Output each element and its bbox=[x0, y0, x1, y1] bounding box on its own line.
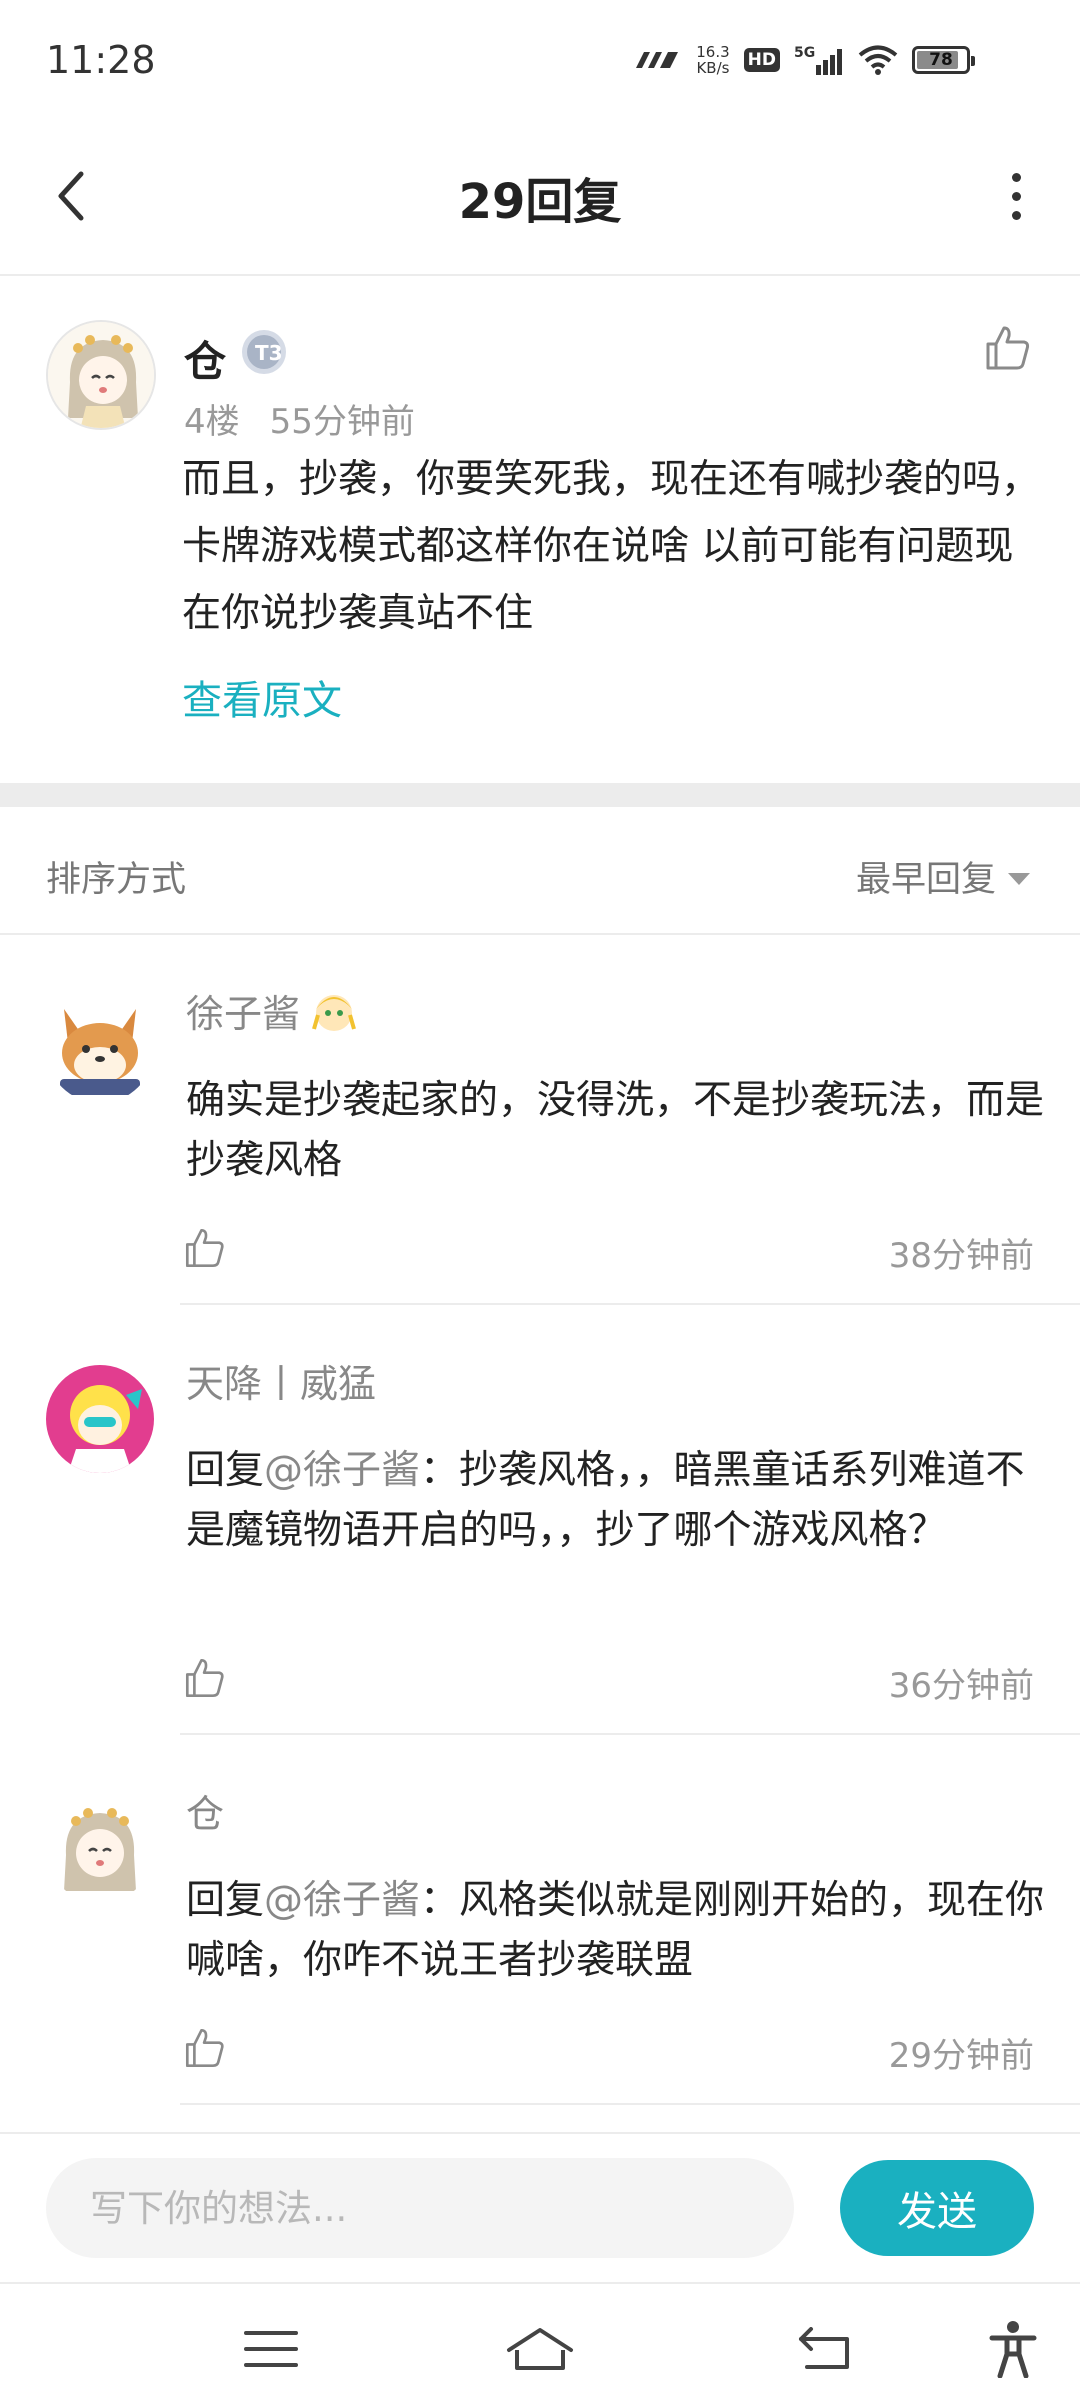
reply-prefix: 回复 bbox=[186, 1878, 265, 1923]
home-icon bbox=[507, 2328, 573, 2370]
reply-author-name[interactable]: 仓 bbox=[186, 1783, 224, 1838]
sort-row: 排序方式 最早回复 bbox=[0, 807, 1080, 935]
shiba-dog-avatar-icon bbox=[46, 995, 154, 1103]
network-speed-unit: KB/s bbox=[696, 59, 730, 77]
caret-down-icon bbox=[1008, 872, 1030, 885]
post-author-name[interactable]: 仓 bbox=[184, 328, 226, 389]
reply-mention[interactable]: @徐子酱 bbox=[264, 1448, 420, 1493]
anime-girl-avatar-icon bbox=[46, 1795, 154, 1903]
post-content: 而且，抄袭，你要笑死我，现在还有喊抄袭的吗，卡牌游戏模式都这样你在说啥 以前可能… bbox=[182, 457, 1041, 636]
reply-content: 确实是抄袭起家的，没得洗，不是抄袭玩法，而是抄袭风格 bbox=[186, 1071, 1046, 1191]
thumbs-up-icon[interactable] bbox=[182, 1225, 228, 1271]
anime-girl-avatar-icon bbox=[48, 322, 154, 428]
status-time: 11:28 bbox=[46, 38, 156, 82]
reply-time: 38分钟前 bbox=[888, 1236, 1034, 1276]
cellular-5g-icon: 5G bbox=[794, 45, 842, 75]
anime-girl-avatar-icon bbox=[46, 1365, 154, 1473]
accessibility-icon bbox=[989, 2321, 1037, 2378]
top-nav-bar: 29回复 bbox=[0, 120, 1080, 276]
wifi-icon bbox=[858, 45, 898, 75]
menu-button[interactable] bbox=[236, 2314, 306, 2384]
signal-strength-icon bbox=[636, 52, 679, 68]
reply-time: 36分钟前 bbox=[888, 1666, 1034, 1706]
level-badge-text: T3 bbox=[255, 341, 283, 365]
reply-author-name-text: 徐子酱 bbox=[186, 992, 301, 1036]
sort-label: 排序方式 bbox=[46, 860, 187, 900]
reply-author-avatar[interactable] bbox=[46, 1365, 154, 1473]
more-dot-icon bbox=[1011, 191, 1021, 201]
back-nav-button[interactable] bbox=[790, 2314, 860, 2384]
main-post: 仓 T3 4楼 55分钟前 而且，抄袭，你要笑死我，现在还有喊抄袭的吗，卡牌游戏… bbox=[0, 278, 1080, 783]
reply-content: 回复@徐子酱：抄袭风格，，暗黑童话系列难道不是魔镜物语开启的吗，，抄了哪个游戏风… bbox=[186, 1441, 1046, 1561]
system-nav-bar bbox=[0, 2282, 1080, 2408]
menu-icon bbox=[244, 2331, 298, 2367]
more-dot-icon bbox=[1011, 210, 1021, 220]
post-meta: 4楼 55分钟前 bbox=[184, 394, 415, 443]
section-divider bbox=[0, 783, 1080, 807]
reply-item: 仓 回复@徐子酱：风格类似就是刚刚开始的，现在你喊啥，你咋不说王者抄袭联盟 29… bbox=[0, 1735, 1080, 2105]
reply-author-name[interactable]: 徐子酱 bbox=[186, 983, 358, 1038]
network-speed-value: 16.3 bbox=[696, 43, 730, 61]
sort-selected-value: 最早回复 bbox=[855, 860, 996, 900]
accessibility-button[interactable] bbox=[978, 2314, 1048, 2384]
reply-author-avatar[interactable] bbox=[46, 995, 154, 1103]
reply-text: 确实是抄袭起家的，没得洗，不是抄袭玩法，而是抄袭风格 bbox=[186, 1078, 1045, 1183]
reply-item: 徐子酱 确实是抄袭起家的，没得洗，不是抄袭玩法，而是抄袭风格 38分钟前 bbox=[0, 935, 1080, 1305]
reply-time: 29分钟前 bbox=[888, 2036, 1034, 2076]
home-button[interactable] bbox=[505, 2314, 575, 2384]
battery-icon: 78 bbox=[912, 46, 975, 74]
more-dot-icon bbox=[1011, 172, 1021, 182]
comment-composer: 发送 bbox=[0, 2132, 1080, 2282]
reply-mention[interactable]: @徐子酱 bbox=[264, 1878, 420, 1923]
post-author-avatar[interactable] bbox=[46, 320, 156, 430]
reply-divider bbox=[180, 2103, 1080, 2105]
more-options-button[interactable] bbox=[986, 160, 1046, 232]
reply-prefix: 回复 bbox=[186, 1448, 265, 1493]
post-floor: 4楼 bbox=[184, 402, 240, 442]
view-original-link[interactable]: 查看原文 bbox=[182, 668, 342, 726]
hd-icon: HD bbox=[743, 48, 780, 72]
reply-author-avatar[interactable] bbox=[46, 1795, 154, 1903]
character-badge-icon bbox=[312, 994, 356, 1031]
thumbs-up-icon[interactable] bbox=[982, 322, 1034, 374]
network-speed: 16.3 KB/s bbox=[696, 44, 729, 76]
send-button[interactable]: 发送 bbox=[840, 2160, 1034, 2256]
return-icon bbox=[799, 2327, 849, 2369]
post-time: 55分钟前 bbox=[269, 402, 415, 442]
reply-item: 天降丨威猛 回复@徐子酱：抄袭风格，，暗黑童话系列难道不是魔镜物语开启的吗，，抄… bbox=[0, 1305, 1080, 1735]
reply-author-name[interactable]: 天降丨威猛 bbox=[186, 1353, 376, 1408]
level-badge-icon: T3 bbox=[242, 330, 286, 374]
thumbs-up-icon[interactable] bbox=[182, 1655, 228, 1701]
thumbs-up-icon[interactable] bbox=[182, 2025, 228, 2071]
status-icons: 16.3 KB/s HD 5G 78 bbox=[632, 40, 975, 80]
sort-dropdown[interactable]: 最早回复 bbox=[856, 851, 1030, 902]
reply-content: 回复@徐子酱：风格类似就是刚刚开始的，现在你喊啥，你咋不说王者抄袭联盟 bbox=[186, 1871, 1046, 1991]
comment-input[interactable] bbox=[46, 2158, 794, 2258]
page-title: 29回复 bbox=[458, 174, 622, 230]
network-type-text: 5G bbox=[794, 45, 815, 61]
status-bar: 11:28 16.3 KB/s HD 5G 78 bbox=[0, 0, 1080, 120]
battery-level: 78 bbox=[929, 50, 953, 70]
